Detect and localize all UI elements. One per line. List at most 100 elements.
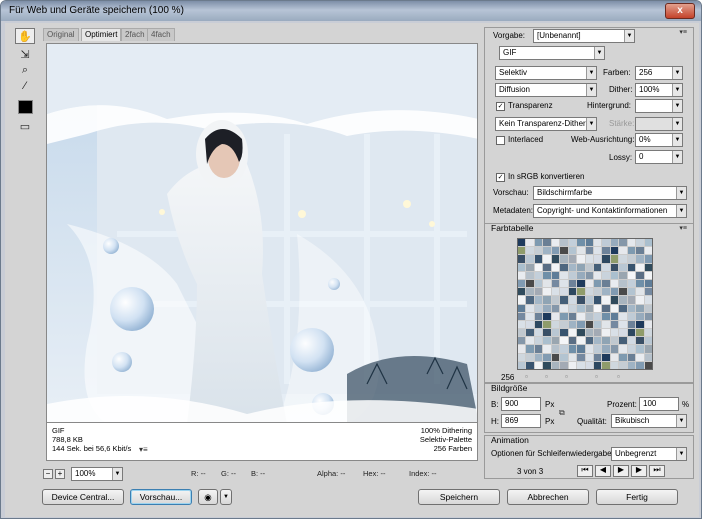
color-swatch[interactable] bbox=[551, 247, 560, 255]
color-swatch[interactable] bbox=[619, 288, 627, 296]
color-table-menu-icon[interactable]: ▾≡ bbox=[679, 224, 687, 232]
color-swatch[interactable] bbox=[543, 271, 551, 279]
color-swatch[interactable] bbox=[593, 239, 602, 247]
color-swatch[interactable] bbox=[644, 345, 652, 353]
color-swatch[interactable] bbox=[593, 312, 602, 320]
color-swatch[interactable] bbox=[619, 353, 627, 361]
color-swatch[interactable] bbox=[577, 255, 585, 263]
color-swatch[interactable] bbox=[585, 337, 593, 345]
color-swatch[interactable] bbox=[636, 247, 644, 255]
color-swatch[interactable] bbox=[627, 345, 636, 353]
color-swatch[interactable] bbox=[610, 271, 619, 279]
color-swatch[interactable] bbox=[560, 329, 568, 337]
color-swatch[interactable] bbox=[543, 320, 551, 329]
color-swatch[interactable] bbox=[644, 337, 652, 345]
color-swatch[interactable] bbox=[627, 255, 636, 263]
color-swatch[interactable] bbox=[610, 353, 619, 361]
save-button[interactable]: Speichern bbox=[418, 489, 500, 505]
color-swatch[interactable] bbox=[577, 345, 585, 353]
color-swatch[interactable] bbox=[619, 329, 627, 337]
color-swatch[interactable] bbox=[534, 361, 543, 369]
color-reduction-select[interactable]: Selektiv ▼ bbox=[495, 66, 597, 80]
color-swatch[interactable] bbox=[577, 361, 585, 369]
color-swatch[interactable] bbox=[534, 279, 543, 288]
color-swatch[interactable] bbox=[568, 361, 577, 369]
color-swatch[interactable] bbox=[610, 263, 619, 271]
color-swatch[interactable] bbox=[577, 239, 585, 247]
color-swatch[interactable] bbox=[593, 345, 602, 353]
color-swatch[interactable] bbox=[560, 271, 568, 279]
hand-tool-icon[interactable]: ✋ bbox=[15, 28, 35, 44]
slice-select-icon[interactable]: ⇲ bbox=[15, 46, 35, 62]
color-swatch[interactable] bbox=[518, 312, 526, 320]
color-swatch[interactable] bbox=[610, 345, 619, 353]
color-swatch[interactable] bbox=[543, 279, 551, 288]
color-swatch[interactable] bbox=[619, 320, 627, 329]
color-swatch[interactable] bbox=[534, 288, 543, 296]
color-swatch[interactable] bbox=[585, 345, 593, 353]
color-swatch[interactable] bbox=[560, 312, 568, 320]
color-swatch[interactable] bbox=[551, 329, 560, 337]
color-swatch[interactable] bbox=[644, 239, 652, 247]
toggle-slices-icon[interactable]: ▭ bbox=[15, 118, 35, 134]
color-swatch[interactable] bbox=[534, 329, 543, 337]
dither-field[interactable]: 100% ▼ bbox=[635, 83, 683, 97]
color-swatch[interactable] bbox=[610, 247, 619, 255]
color-swatch[interactable] bbox=[551, 361, 560, 369]
color-swatch[interactable] bbox=[518, 304, 526, 312]
color-swatch[interactable] bbox=[585, 329, 593, 337]
color-swatch[interactable] bbox=[543, 263, 551, 271]
height-field[interactable]: 869 bbox=[501, 414, 541, 428]
color-swatch[interactable] bbox=[568, 329, 577, 337]
color-swatch[interactable] bbox=[560, 337, 568, 345]
cancel-button[interactable]: Abbrechen bbox=[507, 489, 589, 505]
color-swatch[interactable] bbox=[585, 255, 593, 263]
color-swatch[interactable] bbox=[534, 345, 543, 353]
color-swatch[interactable] bbox=[568, 279, 577, 288]
color-swatch[interactable] bbox=[543, 361, 551, 369]
color-swatch[interactable] bbox=[585, 304, 593, 312]
zoom-select[interactable]: 100% ▼ bbox=[71, 467, 123, 481]
color-swatch[interactable] bbox=[518, 345, 526, 353]
color-swatch[interactable] bbox=[644, 296, 652, 304]
color-swatch[interactable] bbox=[526, 271, 534, 279]
color-swatch[interactable] bbox=[534, 304, 543, 312]
color-swatch[interactable] bbox=[518, 320, 526, 329]
color-swatch[interactable] bbox=[518, 255, 526, 263]
color-swatch[interactable] bbox=[619, 239, 627, 247]
tab-4up[interactable]: 4fach bbox=[147, 28, 175, 41]
color-swatch[interactable] bbox=[568, 345, 577, 353]
color-swatch[interactable] bbox=[568, 320, 577, 329]
color-swatch[interactable] bbox=[526, 288, 534, 296]
color-swatch[interactable] bbox=[543, 304, 551, 312]
color-swatch[interactable] bbox=[526, 296, 534, 304]
tab-2up[interactable]: 2fach bbox=[121, 28, 149, 41]
color-swatch[interactable] bbox=[560, 353, 568, 361]
color-swatch[interactable] bbox=[560, 296, 568, 304]
eyedropper-color-swatch[interactable] bbox=[18, 100, 33, 114]
color-swatch[interactable] bbox=[534, 263, 543, 271]
metadata-select[interactable]: Copyright- und Kontaktinformationen ▼ bbox=[533, 204, 687, 218]
color-swatch[interactable] bbox=[619, 271, 627, 279]
color-swatch[interactable] bbox=[593, 263, 602, 271]
color-swatch[interactable] bbox=[560, 320, 568, 329]
color-swatch[interactable] bbox=[585, 288, 593, 296]
color-swatch[interactable] bbox=[526, 329, 534, 337]
transparency-dither-select[interactable]: Kein Transparenz-Dither ▼ bbox=[495, 117, 597, 131]
color-swatch[interactable] bbox=[593, 361, 602, 369]
color-swatch[interactable] bbox=[526, 255, 534, 263]
color-swatch[interactable] bbox=[543, 255, 551, 263]
web-safe-icon[interactable]: ▫ bbox=[525, 372, 528, 381]
color-swatch[interactable] bbox=[627, 337, 636, 345]
color-swatch[interactable] bbox=[602, 320, 610, 329]
color-swatch[interactable] bbox=[560, 304, 568, 312]
color-swatch[interactable] bbox=[577, 312, 585, 320]
color-swatch[interactable] bbox=[644, 279, 652, 288]
color-table-grid[interactable] bbox=[517, 238, 653, 370]
play-icon[interactable]: ▶ bbox=[613, 465, 629, 477]
color-swatch[interactable] bbox=[602, 239, 610, 247]
color-swatch[interactable] bbox=[644, 255, 652, 263]
color-swatch[interactable] bbox=[551, 279, 560, 288]
color-swatch[interactable] bbox=[568, 337, 577, 345]
width-field[interactable]: 900 bbox=[501, 397, 541, 411]
